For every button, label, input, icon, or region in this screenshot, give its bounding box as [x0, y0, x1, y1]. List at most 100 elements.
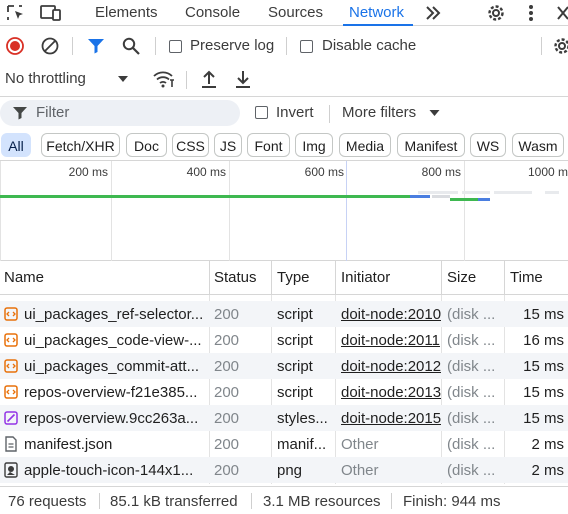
request-size: (disk ...	[447, 358, 496, 375]
request-size: (disk ...	[447, 332, 496, 349]
column-name[interactable]: Name	[4, 269, 44, 286]
overview-bar	[494, 191, 532, 194]
filter-input[interactable]: Filter	[0, 100, 240, 126]
type-filter-css[interactable]: CSS	[172, 133, 209, 157]
column-divider	[335, 261, 336, 295]
request-time: 16 ms	[523, 332, 564, 349]
request-type: script	[277, 358, 313, 375]
column-type[interactable]: Type	[277, 269, 310, 286]
type-filter-manifest[interactable]: Manifest	[397, 133, 465, 157]
request-initiator-link[interactable]: doit-node:2012	[341, 358, 441, 375]
column-initiator[interactable]: Initiator	[341, 269, 390, 286]
search-icon[interactable]	[122, 37, 140, 55]
preserve-log-checkbox[interactable]	[169, 40, 182, 53]
transferred-size: 85.1 kB transferred	[110, 493, 238, 510]
type-filter-font[interactable]: Font	[247, 133, 290, 157]
request-status: 200	[214, 410, 240, 427]
table-row[interactable]: repos-overview-f21e385... 200 script doi…	[0, 379, 568, 405]
table-row[interactable]: manifest.json 200 manif... Other (disk .…	[0, 431, 568, 457]
document-icon	[4, 436, 18, 452]
column-size[interactable]: Size	[447, 269, 476, 286]
overview-bar	[450, 198, 478, 201]
requests-table-body: ui_packages_ref-selector... 200 script d…	[0, 295, 568, 484]
import-har-icon[interactable]	[200, 69, 218, 89]
throttling-select[interactable]: No throttling	[5, 70, 86, 87]
column-time[interactable]: Time	[510, 269, 543, 286]
network-settings-gear-icon[interactable]	[552, 36, 568, 56]
request-type: script	[277, 306, 313, 323]
network-conditions-icon[interactable]	[152, 69, 176, 89]
script-icon	[4, 385, 18, 399]
export-har-icon[interactable]	[234, 69, 252, 89]
filter-funnel-icon[interactable]	[87, 38, 105, 54]
request-initiator-link[interactable]: doit-node:2013	[341, 384, 441, 401]
request-status: 200	[214, 306, 240, 323]
grid-line	[464, 161, 465, 261]
divider	[251, 493, 252, 509]
request-size: (disk ...	[447, 306, 496, 323]
inspect-element-icon[interactable]	[6, 4, 26, 22]
disable-cache-label: Disable cache	[322, 37, 417, 54]
column-status[interactable]: Status	[214, 269, 257, 286]
tab-sources[interactable]: Sources	[268, 4, 323, 21]
overview-bar	[410, 195, 430, 198]
tab-console[interactable]: Console	[185, 4, 240, 21]
close-devtools-icon[interactable]	[556, 4, 568, 22]
stylesheet-icon	[4, 411, 18, 425]
request-name: manifest.json	[24, 436, 113, 453]
preserve-log-label: Preserve log	[190, 37, 275, 54]
devtools-tab-bar: Elements Console Sources Network	[0, 0, 568, 26]
overview-bar	[478, 198, 490, 201]
table-row[interactable]: repos-overview.9cc263a... 200 styles... …	[0, 405, 568, 431]
request-initiator-link[interactable]: doit-node:2015	[341, 410, 441, 427]
grid-line	[229, 161, 230, 261]
request-type: styles...	[277, 410, 328, 427]
tab-elements[interactable]: Elements	[95, 4, 158, 21]
request-type: png	[277, 462, 303, 479]
divider	[329, 105, 330, 123]
table-row[interactable]: ui_packages_commit-att... 200 script doi…	[0, 353, 568, 379]
script-icon	[4, 333, 18, 347]
network-overview-timeline[interactable]: 200 ms 400 ms 600 ms 800 ms 1000 m	[0, 161, 568, 261]
type-filter-all[interactable]: All	[1, 133, 31, 157]
device-toolbar-icon[interactable]	[40, 4, 62, 22]
type-filter-js[interactable]: JS	[214, 133, 242, 157]
clear-icon[interactable]	[41, 37, 59, 55]
record-stop-icon[interactable]	[6, 37, 24, 55]
request-initiator: Other	[341, 436, 379, 453]
image-icon	[4, 462, 18, 478]
more-options-icon[interactable]	[528, 4, 534, 22]
column-divider	[209, 261, 210, 295]
disable-cache-checkbox[interactable]	[300, 40, 313, 53]
request-initiator-link[interactable]: doit-node:2010	[341, 306, 441, 323]
more-tabs-chevron-icon[interactable]	[424, 4, 442, 22]
request-time: 15 ms	[523, 306, 564, 323]
type-filter-doc[interactable]: Doc	[126, 133, 167, 157]
type-filter-fetch-xhr[interactable]: Fetch/XHR	[41, 133, 120, 157]
request-type: script	[277, 384, 313, 401]
settings-gear-icon[interactable]	[486, 3, 506, 23]
time-tick: 600 ms	[304, 165, 344, 179]
dropdown-arrow-icon[interactable]	[117, 75, 129, 83]
time-tick: 200 ms	[68, 165, 108, 179]
table-row[interactable]: apple-touch-icon-144x1... 200 png Other …	[0, 457, 568, 483]
column-divider	[441, 261, 442, 295]
table-row[interactable]: ui_packages_code-view-... 200 script doi…	[0, 327, 568, 353]
grid-line	[0, 161, 1, 261]
more-filters-button[interactable]: More filters	[342, 104, 416, 121]
type-filter-wasm[interactable]: Wasm	[512, 133, 564, 157]
request-initiator-link[interactable]: doit-node:2011	[341, 332, 441, 349]
divider	[99, 493, 100, 509]
tab-network[interactable]: Network	[349, 4, 404, 21]
table-row[interactable]: ui_packages_ref-selector... 200 script d…	[0, 301, 568, 327]
request-status: 200	[214, 384, 240, 401]
more-filters-dropdown-icon[interactable]	[429, 109, 440, 117]
request-time: 2 ms	[531, 436, 564, 453]
invert-checkbox[interactable]	[255, 106, 268, 119]
overview-bar	[418, 191, 458, 194]
type-filter-media[interactable]: Media	[339, 133, 391, 157]
type-filter-img[interactable]: Img	[295, 133, 333, 157]
requests-table-header: Name Status Type Initiator Size Time	[0, 261, 568, 295]
overview-bar	[0, 195, 410, 198]
type-filter-ws[interactable]: WS	[470, 133, 506, 157]
